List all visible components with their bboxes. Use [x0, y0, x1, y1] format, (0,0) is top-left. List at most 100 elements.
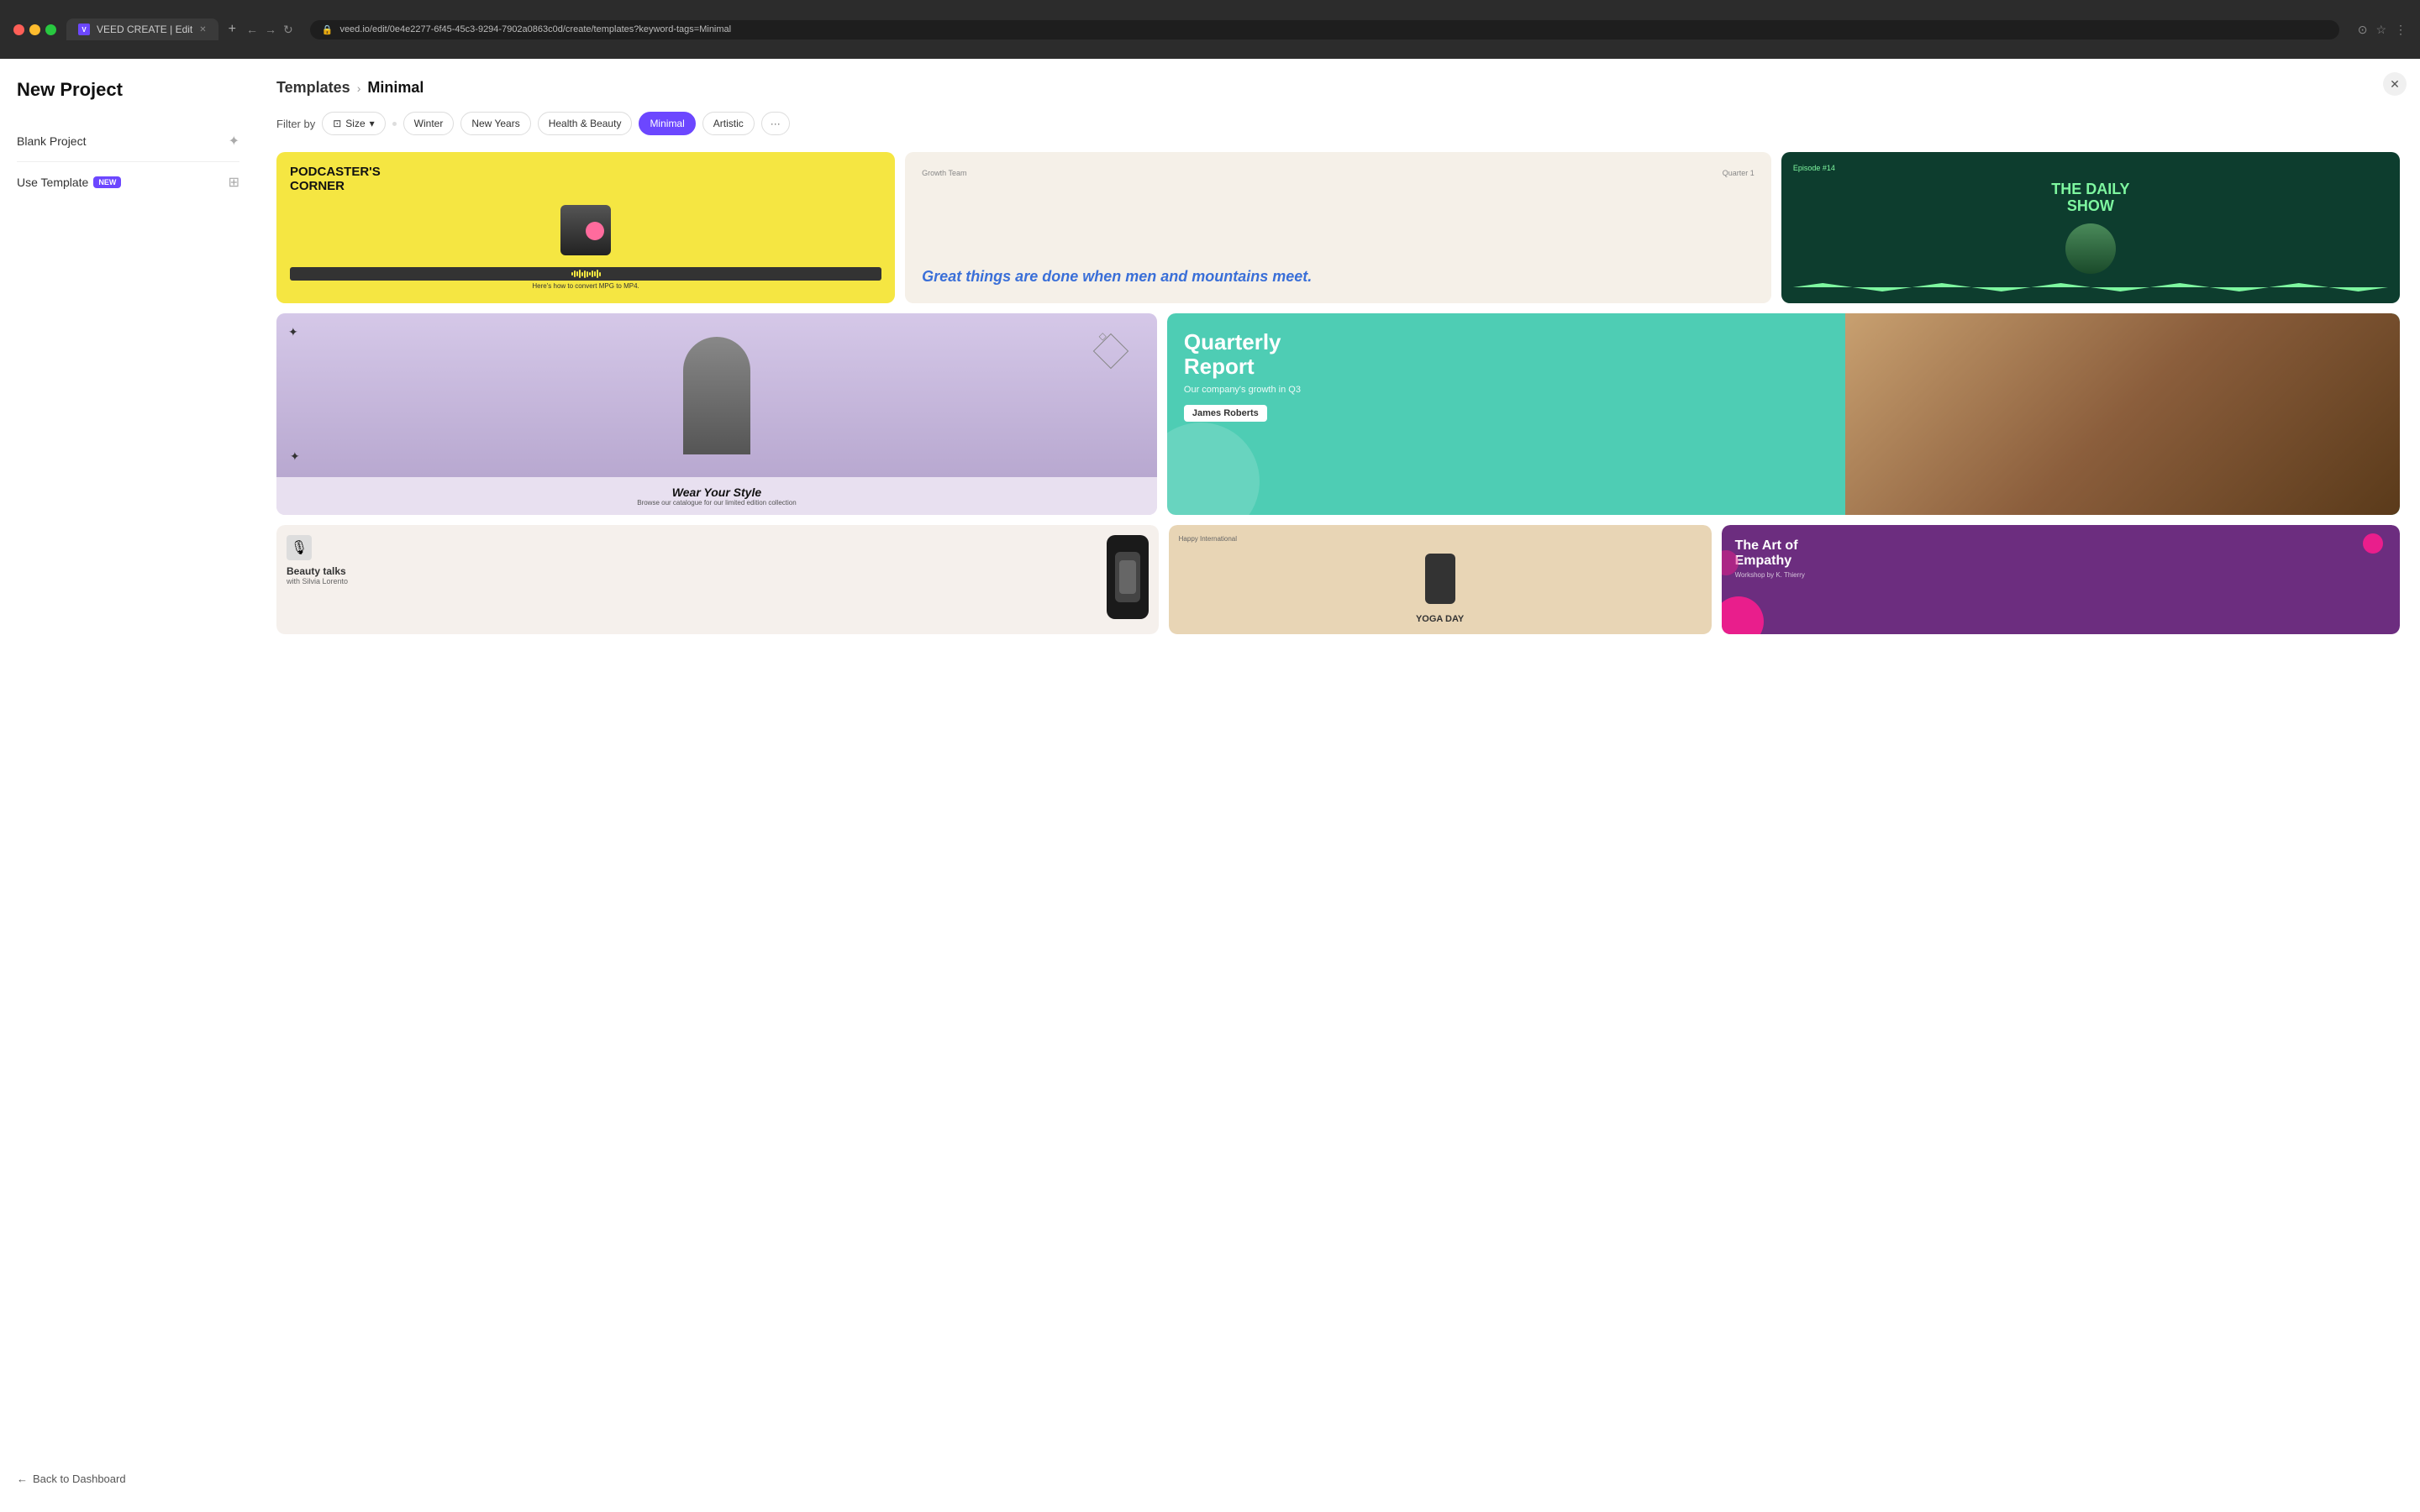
template-grid-mid: ✦ ✦ ◇ Wear Your Style Browse our catalog… [276, 313, 2400, 515]
breadcrumb-root[interactable]: Templates [276, 79, 350, 97]
quote-team: Growth Team [922, 169, 966, 177]
maximize-button[interactable] [45, 24, 56, 35]
minimal-label: Minimal [650, 118, 684, 129]
yoga-header: Happy International [1179, 535, 1702, 543]
wear-person-silhouette [683, 337, 750, 454]
template-card-yoga[interactable]: Happy International YOGA DAY [1169, 525, 1712, 634]
templates-panel: ✕ Templates › Minimal Filter by ⊡ Size ▾ [256, 59, 2420, 1512]
daily-title: THE DAILYSHOW [1793, 181, 2388, 215]
reload-button[interactable]: ↻ [283, 23, 293, 37]
wear-title: Wear Your Style [288, 486, 1145, 499]
empathy-dot2-decoration [1722, 596, 1764, 634]
browser-menu-icon[interactable]: ⋮ [2395, 23, 2407, 37]
quarterly-person-image [1845, 313, 2400, 515]
quote-quarter: Quarter 1 [1723, 169, 1754, 177]
traffic-lights [13, 24, 56, 35]
browser-chrome: V VEED CREATE | Edit ✕ + ← → ↻ 🔒 veed.io… [0, 0, 2420, 59]
healthbeauty-label: Health & Beauty [549, 118, 622, 129]
close-button[interactable] [13, 24, 24, 35]
browser-tab[interactable]: V VEED CREATE | Edit ✕ [66, 18, 218, 40]
podcaster-title: PODCASTER'SCORNER [290, 165, 881, 193]
filter-minimal-button[interactable]: Minimal [639, 112, 695, 135]
breadcrumb: Templates › Minimal [276, 79, 2400, 97]
minimize-button[interactable] [29, 24, 40, 35]
newyears-label: New Years [471, 118, 519, 129]
sparkle-top-left-icon: ✦ [288, 325, 298, 339]
template-card-quarterly[interactable]: QuarterlyReport Our company's growth in … [1167, 313, 2400, 515]
artistic-label: Artistic [713, 118, 744, 129]
diamond-small-icon: ◇ [1099, 330, 1107, 342]
filter-winter-button[interactable]: Winter [403, 112, 455, 135]
quarterly-name: James Roberts [1184, 405, 1267, 422]
empathy-dot1-decoration [2363, 533, 2383, 554]
winter-label: Winter [414, 118, 444, 129]
forward-nav-button[interactable]: → [265, 23, 276, 36]
sparkle-bottom-left-icon: ✦ [290, 449, 300, 464]
beauty-author: with Silvia Lorento [287, 577, 1100, 585]
podcaster-image [560, 205, 611, 255]
template-card-quote[interactable]: Growth Team Quarter 1 Great things are d… [905, 152, 1771, 303]
template-grid-top: PODCASTER'SCORNER [276, 152, 2400, 303]
address-bar[interactable]: 🔒 veed.io/edit/0e4e2277-6f45-45c3-9294-7… [310, 20, 2339, 39]
quarterly-circle-decoration [1167, 423, 1260, 515]
main-content: Export ↗ New Project Blank Project ✦ Us [196, 59, 2420, 1512]
filter-healthbeauty-button[interactable]: Health & Beauty [538, 112, 633, 135]
size-dropdown-icon: ▾ [370, 118, 375, 129]
filter-separator [392, 122, 397, 126]
filter-artistic-button[interactable]: Artistic [702, 112, 755, 135]
template-card-wear-style[interactable]: ✦ ✦ ◇ Wear Your Style Browse our catalog… [276, 313, 1157, 515]
divider [196, 161, 239, 162]
quarterly-title: QuarterlyReport [1184, 330, 1844, 378]
tab-title: VEED CREATE | Edit [97, 24, 192, 35]
star-icon[interactable]: ☆ [2375, 23, 2386, 37]
size-filter-icon: ⊡ [333, 118, 341, 129]
quarterly-subtitle: Our company's growth in Q3 [1184, 385, 1844, 395]
filter-size-button[interactable]: ⊡ Size ▾ [322, 112, 385, 135]
wear-image: ✦ ✦ ◇ [276, 313, 1157, 477]
yoga-phone-visual [1425, 554, 1455, 604]
yoga-title: YOGA DAY [1179, 614, 1702, 624]
daily-image [2065, 223, 2116, 274]
template-grid-bottom: 🎙 Beauty talks with Silvia Lorento [276, 525, 2400, 634]
new-tab-button[interactable]: + [229, 22, 236, 37]
breadcrumb-separator-icon: › [357, 81, 361, 95]
empathy-title: The Art ofEmpathy [1735, 538, 2386, 568]
tab-favicon: V [78, 24, 90, 35]
app-container: ☰ ⚙ Settings 🎬 Media 🎵 Audio 💬 Subtitles… [0, 59, 2420, 1512]
back-dashboard-link[interactable]: ← Back to Dashboard [196, 1466, 239, 1492]
tab-close-icon[interactable]: ✕ [199, 25, 206, 34]
blank-project-icon: ✦ [229, 133, 239, 150]
new-project-title: New Project [196, 79, 239, 101]
beauty-phone-visual [1107, 535, 1149, 619]
waveform-graphic [290, 267, 881, 281]
use-template-icon: ⊞ [229, 174, 239, 191]
extensions-icon[interactable]: ⊙ [2358, 23, 2368, 37]
empathy-subtitle: Workshop by K. Thierry [1735, 571, 2386, 579]
modal-overlay: New Project Blank Project ✦ Use Template… [196, 59, 2420, 1512]
wear-subtitle: Browse our catalogue for our limited edi… [288, 499, 1145, 507]
breadcrumb-current: Minimal [367, 79, 424, 97]
beauty-microphone-icon: 🎙 [287, 535, 312, 560]
url-text: veed.io/edit/0e4e2277-6f45-45c3-9294-790… [339, 24, 731, 34]
filter-label: Filter by [276, 118, 315, 130]
size-filter-label: Size [345, 118, 365, 129]
new-project-panel: New Project Blank Project ✦ Use Template… [196, 59, 256, 1512]
template-card-empathy[interactable]: The Art ofEmpathy Workshop by K. Thierry [1722, 525, 2400, 634]
template-card-podcaster[interactable]: PODCASTER'SCORNER [276, 152, 895, 303]
filter-more-button[interactable]: ··· [761, 112, 790, 135]
templates-close-button[interactable]: ✕ [2383, 72, 2407, 96]
daily-episode: Episode #14 [1793, 164, 2388, 172]
beauty-text-area: 🎙 Beauty talks with Silvia Lorento [287, 535, 1100, 624]
quote-text: Great things are done when men and mount… [922, 267, 1754, 286]
podcaster-subtitle: Here's how to convert MPG to MP4. [290, 282, 881, 290]
blank-project-option[interactable]: Blank Project ✦ [196, 124, 239, 158]
quote-header: Growth Team Quarter 1 [922, 169, 1754, 177]
beauty-title: Beauty talks [287, 565, 1100, 577]
template-card-beauty-talks[interactable]: 🎙 Beauty talks with Silvia Lorento [276, 525, 1159, 634]
filter-bar: Filter by ⊡ Size ▾ Winter New Years Heal [276, 112, 2400, 135]
filter-newyears-button[interactable]: New Years [460, 112, 530, 135]
use-template-option[interactable]: Use Template NEW ⊞ [196, 165, 239, 199]
template-card-daily-show[interactable]: Episode #14 THE DAILYSHOW [1781, 152, 2400, 303]
back-nav-button[interactable]: ← [246, 23, 258, 36]
daily-wave-graphic [1793, 283, 2388, 291]
